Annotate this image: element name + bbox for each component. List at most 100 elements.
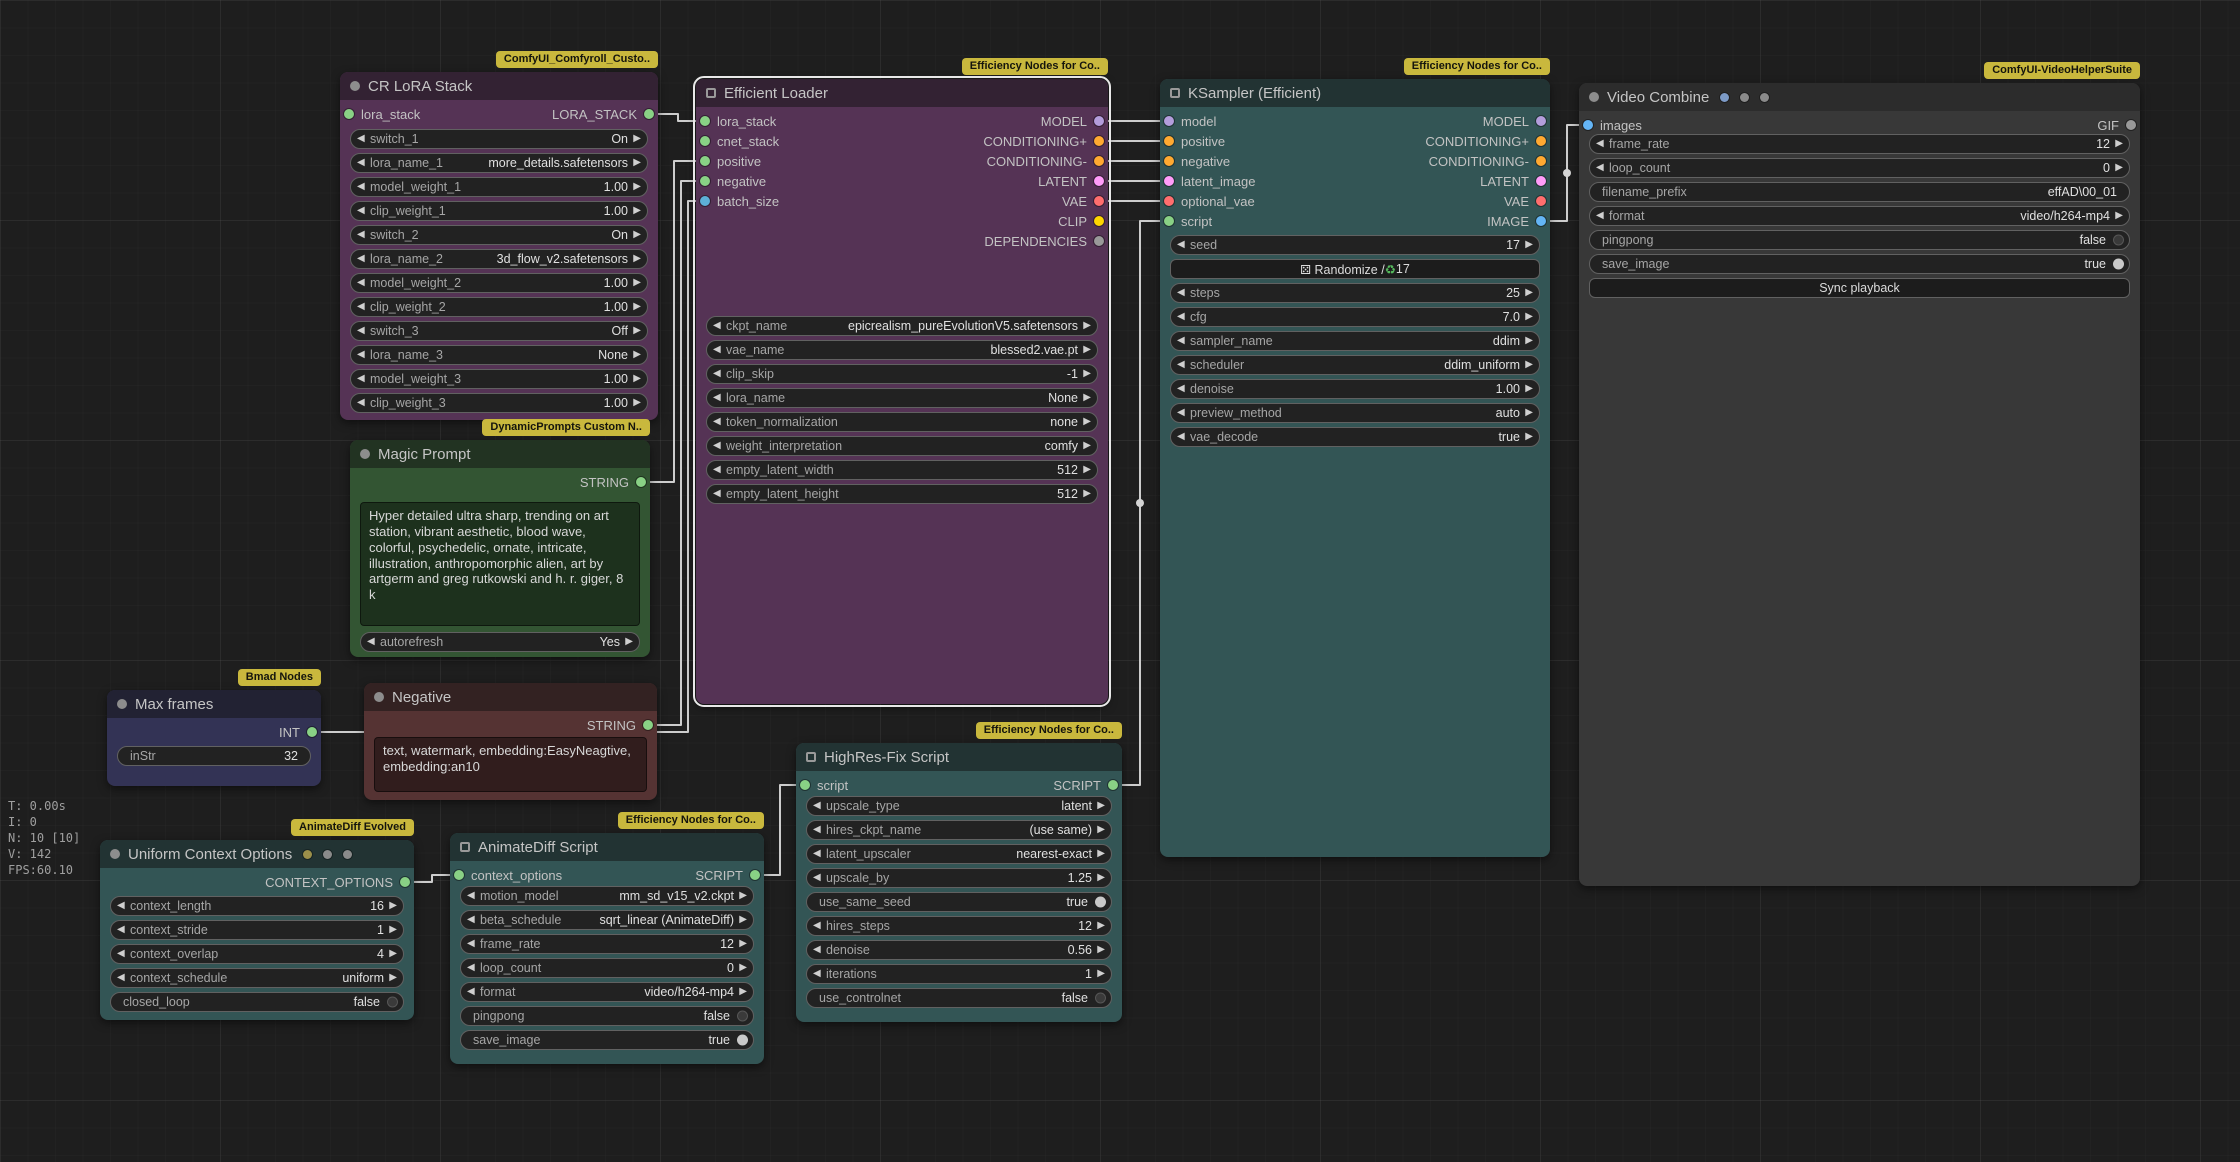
widget-save-image[interactable]: save_imagetrue (1589, 254, 2130, 274)
widget-model-weight-2[interactable]: ◀model_weight_21.00▶ (350, 273, 648, 293)
combo-increment-arrow-icon[interactable]: ▶ (389, 901, 397, 911)
combo-decrement-arrow-icon[interactable]: ◀ (713, 321, 721, 331)
output-slot-dot[interactable] (1536, 116, 1546, 126)
output-slot-dot[interactable] (644, 109, 654, 119)
widget-format[interactable]: ◀formatvideo/h264-mp4▶ (1589, 206, 2130, 226)
widget-save-image[interactable]: save_imagetrue (460, 1030, 754, 1050)
widget-latent-upscaler[interactable]: ◀latent_upscalernearest-exact▶ (806, 844, 1112, 864)
combo-decrement-arrow-icon[interactable]: ◀ (813, 921, 821, 931)
output-slot-GIF[interactable]: GIF (2097, 115, 2136, 135)
widget-switch-3[interactable]: ◀switch_3Off▶ (350, 321, 648, 341)
combo-decrement-arrow-icon[interactable]: ◀ (357, 134, 365, 144)
combo-decrement-arrow-icon[interactable]: ◀ (357, 398, 365, 408)
widget-switch-2[interactable]: ◀switch_2On▶ (350, 225, 648, 245)
widget-lora-name[interactable]: ◀lora_nameNone▶ (706, 388, 1098, 408)
combo-decrement-arrow-icon[interactable]: ◀ (813, 801, 821, 811)
input-slot-dot[interactable] (700, 136, 710, 146)
output-slot-INT[interactable]: INT (279, 722, 317, 742)
widget-context-overlap[interactable]: ◀context_overlap4▶ (110, 944, 404, 964)
combo-decrement-arrow-icon[interactable]: ◀ (1177, 384, 1185, 394)
output-slot-dot[interactable] (1108, 780, 1118, 790)
toggle-indicator[interactable] (1095, 897, 1106, 908)
combo-increment-arrow-icon[interactable]: ▶ (1097, 873, 1105, 883)
widget-empty-latent-width[interactable]: ◀empty_latent_width512▶ (706, 460, 1098, 480)
widget-frame-rate[interactable]: ◀frame_rate12▶ (1589, 134, 2130, 154)
combo-decrement-arrow-icon[interactable]: ◀ (1596, 163, 1604, 173)
widget-clip-weight-1[interactable]: ◀clip_weight_11.00▶ (350, 201, 648, 221)
combo-decrement-arrow-icon[interactable]: ◀ (357, 350, 365, 360)
combo-decrement-arrow-icon[interactable]: ◀ (357, 278, 365, 288)
widget-sampler-name[interactable]: ◀sampler_nameddim▶ (1170, 331, 1540, 351)
widget-hires-steps[interactable]: ◀hires_steps12▶ (806, 916, 1112, 936)
widget-sync-playback[interactable]: Sync playback (1589, 278, 2130, 298)
combo-decrement-arrow-icon[interactable]: ◀ (713, 489, 721, 499)
combo-decrement-arrow-icon[interactable]: ◀ (1177, 432, 1185, 442)
combo-decrement-arrow-icon[interactable]: ◀ (713, 441, 721, 451)
combo-increment-arrow-icon[interactable]: ▶ (389, 949, 397, 959)
combo-increment-arrow-icon[interactable]: ▶ (633, 182, 641, 192)
output-slot-dot[interactable] (1094, 216, 1104, 226)
node-title-bar[interactable]: Magic Prompt (350, 440, 650, 468)
combo-increment-arrow-icon[interactable]: ▶ (1525, 312, 1533, 322)
combo-decrement-arrow-icon[interactable]: ◀ (713, 393, 721, 403)
node-title-bar[interactable]: Efficient Loader (696, 79, 1108, 107)
input-slot-dot[interactable] (1583, 120, 1593, 130)
output-slot-dot[interactable] (1094, 156, 1104, 166)
combo-increment-arrow-icon[interactable]: ▶ (2115, 139, 2123, 149)
combo-increment-arrow-icon[interactable]: ▶ (389, 925, 397, 935)
combo-increment-arrow-icon[interactable]: ▶ (1097, 921, 1105, 931)
combo-decrement-arrow-icon[interactable]: ◀ (117, 949, 125, 959)
output-slot-MODEL[interactable]: MODEL (1041, 111, 1104, 131)
combo-increment-arrow-icon[interactable]: ▶ (1525, 288, 1533, 298)
output-slot-dot[interactable] (750, 870, 760, 880)
combo-increment-arrow-icon[interactable]: ▶ (1525, 360, 1533, 370)
output-slot-dot[interactable] (1094, 236, 1104, 246)
output-slot-STRING[interactable]: STRING (587, 715, 653, 735)
combo-decrement-arrow-icon[interactable]: ◀ (357, 230, 365, 240)
input-slot-negative[interactable]: negative (1164, 151, 1230, 171)
output-slot-dot[interactable] (1536, 136, 1546, 146)
combo-increment-arrow-icon[interactable]: ▶ (1083, 465, 1091, 475)
widget-loop-count[interactable]: ◀loop_count0▶ (460, 958, 754, 978)
node-collapse-box-icon[interactable] (460, 842, 470, 852)
output-slot-LORA_STACK[interactable]: LORA_STACK (552, 104, 654, 124)
combo-decrement-arrow-icon[interactable]: ◀ (117, 901, 125, 911)
output-slot-SCRIPT[interactable]: SCRIPT (1053, 775, 1118, 795)
combo-decrement-arrow-icon[interactable]: ◀ (713, 345, 721, 355)
input-slot-dot[interactable] (1164, 156, 1174, 166)
widget-closed-loop[interactable]: closed_loopfalse (110, 992, 404, 1012)
input-slot-dot[interactable] (1164, 196, 1174, 206)
input-slot-dot[interactable] (344, 109, 354, 119)
toggle-indicator[interactable] (737, 1035, 748, 1046)
widget-upscale-by[interactable]: ◀upscale_by1.25▶ (806, 868, 1112, 888)
output-slot-dot[interactable] (1536, 176, 1546, 186)
output-slot-LATENT[interactable]: LATENT (1038, 171, 1104, 191)
node-collapse-box-icon[interactable] (1170, 88, 1180, 98)
combo-increment-arrow-icon[interactable]: ▶ (1097, 849, 1105, 859)
node-title-bar[interactable]: Video Combine (1579, 83, 2140, 111)
combo-increment-arrow-icon[interactable]: ▶ (1097, 945, 1105, 955)
output-slot-dot[interactable] (1536, 196, 1546, 206)
combo-increment-arrow-icon[interactable]: ▶ (1083, 417, 1091, 427)
input-slot-dot[interactable] (454, 870, 464, 880)
widget-autorefresh[interactable]: ◀autorefreshYes▶ (360, 632, 640, 652)
output-slot-dot[interactable] (1094, 116, 1104, 126)
output-slot-DEPENDENCIES[interactable]: DEPENDENCIES (984, 231, 1104, 251)
combo-increment-arrow-icon[interactable]: ▶ (1083, 441, 1091, 451)
output-slot-dot[interactable] (636, 477, 646, 487)
combo-increment-arrow-icon[interactable]: ▶ (633, 398, 641, 408)
input-slot-images[interactable]: images (1583, 115, 1642, 135)
widget-beta-schedule[interactable]: ◀beta_schedulesqrt_linear (AnimateDiff)▶ (460, 910, 754, 930)
combo-increment-arrow-icon[interactable]: ▶ (633, 302, 641, 312)
output-slot-CONDITIONING+[interactable]: CONDITIONING+ (983, 131, 1104, 151)
output-slot-dot[interactable] (2126, 120, 2136, 130)
combo-increment-arrow-icon[interactable]: ▶ (633, 326, 641, 336)
input-slot-negative[interactable]: negative (700, 171, 766, 191)
combo-increment-arrow-icon[interactable]: ▶ (1083, 393, 1091, 403)
combo-decrement-arrow-icon[interactable]: ◀ (357, 182, 365, 192)
combo-increment-arrow-icon[interactable]: ▶ (1097, 825, 1105, 835)
combo-increment-arrow-icon[interactable]: ▶ (633, 158, 641, 168)
combo-increment-arrow-icon[interactable]: ▶ (1525, 336, 1533, 346)
combo-increment-arrow-icon[interactable]: ▶ (633, 278, 641, 288)
widget-vae-decode[interactable]: ◀vae_decodetrue▶ (1170, 427, 1540, 447)
